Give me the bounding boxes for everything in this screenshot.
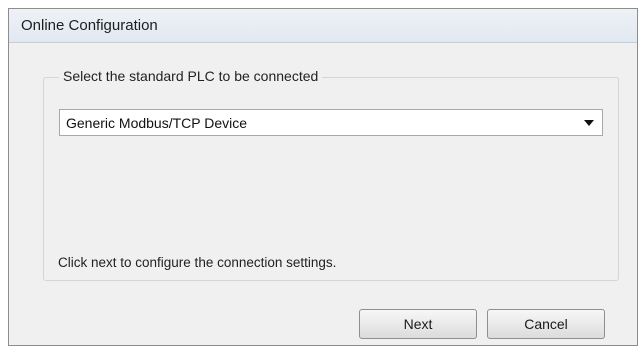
cancel-button[interactable]: Cancel	[487, 309, 605, 339]
plc-dropdown[interactable]: Generic Modbus/TCP Device	[59, 109, 603, 136]
window-title: Online Configuration	[21, 17, 158, 34]
title-bar[interactable]: Online Configuration	[9, 9, 637, 43]
hint-text: Click next to configure the connection s…	[58, 255, 337, 270]
online-configuration-dialog: Online Configuration Select the standard…	[8, 8, 638, 346]
plc-dropdown-value: Generic Modbus/TCP Device	[66, 115, 248, 131]
next-button[interactable]: Next	[359, 309, 477, 339]
group-label: Select the standard PLC to be connected	[59, 68, 323, 84]
plc-selection-group	[43, 77, 619, 281]
chevron-down-icon[interactable]	[584, 120, 594, 126]
